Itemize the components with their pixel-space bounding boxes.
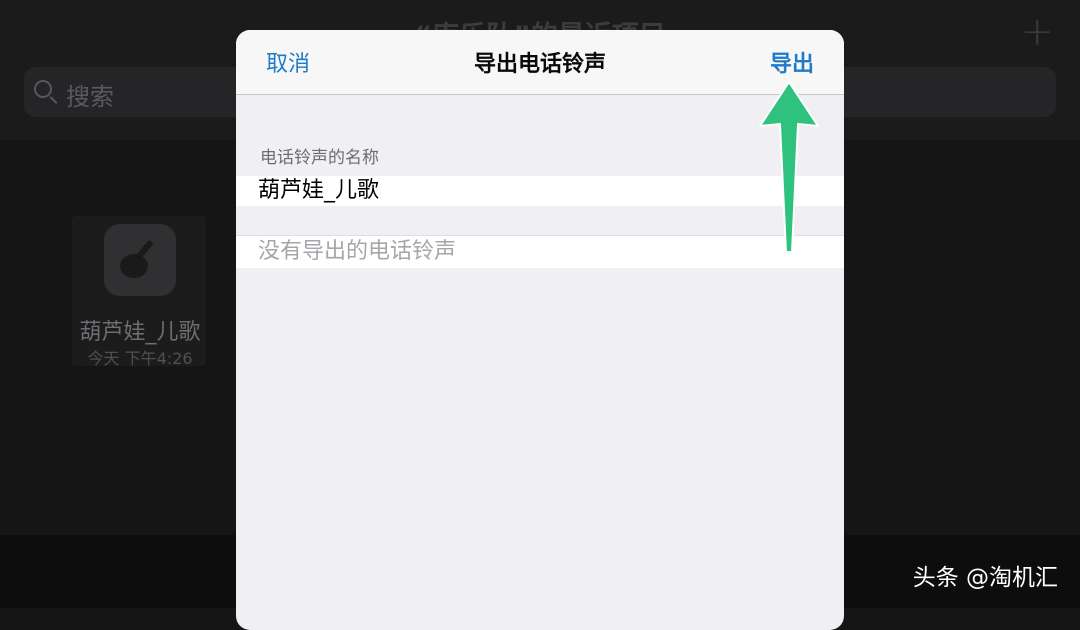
search-icon xyxy=(34,80,52,98)
search-placeholder: 搜索 xyxy=(66,83,114,111)
section-header: 电话铃声的名称 xyxy=(260,148,379,168)
project-name: 葫芦娃_儿歌 xyxy=(79,320,201,345)
ringtone-name-field[interactable] xyxy=(258,176,778,206)
dialog-navbar: 取消 导出电话铃声 导出 xyxy=(236,30,844,95)
garageband-icon xyxy=(104,224,176,296)
watermark: 头条 @淘机汇 xyxy=(912,565,1058,591)
ringtone-name-row xyxy=(236,176,844,206)
exported-ringtones-list: 没有导出的电话铃声 xyxy=(236,235,844,268)
dialog-title: 导出电话铃声 xyxy=(473,52,606,77)
plus-icon[interactable]: + xyxy=(1020,10,1054,54)
empty-message: 没有导出的电话铃声 xyxy=(258,239,457,264)
project-date: 今天 下午4:26 xyxy=(87,349,193,368)
export-ringtone-dialog: 取消 导出电话铃声 导出 电话铃声的名称 没有导出的电话铃声 xyxy=(236,30,844,630)
export-button[interactable]: 导出 xyxy=(770,46,814,78)
arrow-up-icon xyxy=(759,81,819,253)
